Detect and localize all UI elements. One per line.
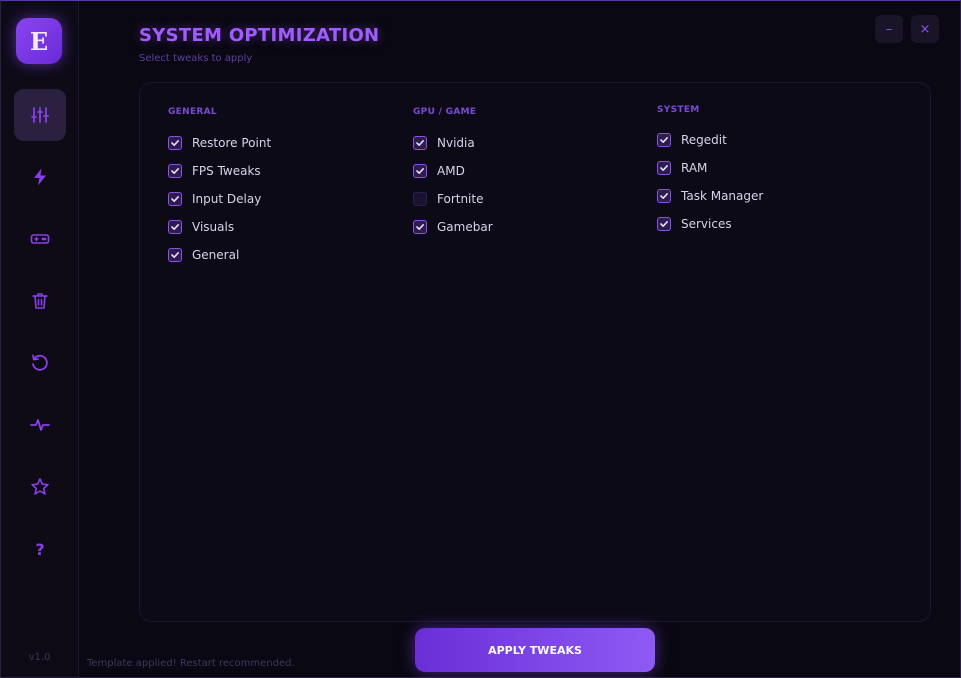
option-label: Gamebar (437, 220, 493, 234)
option-label: Nvidia (437, 136, 475, 150)
option-task-manager[interactable]: Task Manager (657, 187, 763, 205)
gamepad-icon (30, 234, 50, 244)
option-regedit[interactable]: Regedit (657, 131, 727, 149)
option-label: Regedit (681, 133, 727, 147)
option-label: Services (681, 217, 732, 231)
checkbox[interactable] (657, 217, 671, 231)
lightning-icon (34, 168, 46, 186)
check-icon (171, 195, 179, 202)
close-icon: × (919, 21, 931, 37)
apply-tweaks-button[interactable]: APPLY TWEAKS (415, 628, 655, 672)
checkbox[interactable] (657, 133, 671, 147)
option-fortnite[interactable]: Fortnite (413, 190, 483, 208)
checkbox[interactable] (657, 161, 671, 175)
option-label: General (192, 248, 240, 262)
option-nvidia[interactable]: Nvidia (413, 134, 475, 152)
app-logo: E (16, 18, 62, 64)
check-icon (660, 220, 668, 227)
checkbox[interactable] (413, 136, 427, 150)
page-title: SYSTEM OPTIMIZATION (139, 25, 380, 46)
sidebar-item-monitor[interactable] (14, 399, 66, 451)
option-visuals[interactable]: Visuals (168, 218, 234, 236)
check-icon (660, 136, 668, 143)
option-label: RAM (681, 161, 708, 175)
sidebar-item-gaming[interactable] (14, 213, 66, 265)
option-ram[interactable]: RAM (657, 159, 707, 177)
option-gamebar[interactable]: Gamebar (413, 218, 493, 236)
option-label: Restore Point (192, 136, 272, 150)
checkbox[interactable] (168, 192, 182, 206)
option-label: Input Delay (192, 192, 262, 206)
tweaks-panel: GENERAL Restore Point FPS Tweaks Input D… (139, 82, 931, 622)
checkbox[interactable] (168, 164, 182, 178)
apply-button-label: APPLY TWEAKS (488, 643, 582, 657)
trash-icon (32, 293, 48, 309)
checkbox[interactable] (413, 192, 427, 206)
check-icon (416, 223, 424, 230)
option-label: FPS Tweaks (192, 164, 261, 178)
option-label: AMD (437, 164, 465, 178)
checkbox[interactable] (413, 164, 427, 178)
option-restore-point[interactable]: Restore Point (168, 134, 271, 152)
check-icon (416, 167, 424, 174)
sidebar-item-performance[interactable] (14, 151, 66, 203)
checkbox[interactable] (168, 220, 182, 234)
help-icon: ? (35, 539, 45, 559)
restore-icon (32, 354, 48, 371)
option-label: Visuals (192, 220, 235, 234)
logo-glyph: E (29, 26, 49, 56)
version-label: v1.0 (28, 652, 51, 663)
checkbox[interactable] (168, 248, 182, 262)
sidebar-item-cleanup[interactable] (14, 275, 66, 327)
check-icon (171, 167, 179, 174)
close-button[interactable]: × (911, 15, 939, 43)
minimize-button[interactable]: – (875, 15, 903, 43)
sidebar-item-restore[interactable] (14, 337, 66, 389)
checkbox[interactable] (413, 220, 427, 234)
column-header: SYSTEM (657, 105, 700, 115)
sidebar-item-help[interactable]: ? (14, 523, 66, 575)
star-icon (31, 478, 49, 495)
option-input-delay[interactable]: Input Delay (168, 190, 261, 208)
option-general[interactable]: General (168, 246, 239, 264)
check-icon (660, 192, 668, 199)
column-header: GENERAL (168, 107, 217, 117)
checkbox[interactable] (168, 136, 182, 150)
option-label: Task Manager (681, 189, 764, 203)
check-icon (416, 139, 424, 146)
column-header: GPU / GAME (413, 107, 477, 117)
checkbox[interactable] (657, 189, 671, 203)
check-icon (171, 251, 179, 258)
option-amd[interactable]: AMD (413, 162, 465, 180)
sidebar: E ? v1.0 (1, 1, 79, 677)
minimize-icon: – (885, 21, 893, 37)
check-icon (171, 139, 179, 146)
app-window: E ? v1.0 SYSTEM OPTIMIZATION Select twea… (0, 0, 961, 678)
sliders-icon (31, 107, 49, 123)
pulse-icon (30, 419, 50, 431)
option-services[interactable]: Services (657, 215, 732, 233)
sidebar-item-tweaks[interactable] (14, 89, 66, 141)
status-message: Template applied! Restart recommended. (87, 658, 295, 669)
page-subtitle: Select tweaks to apply (139, 53, 253, 64)
option-fps-tweaks[interactable]: FPS Tweaks (168, 162, 261, 180)
option-label: Fortnite (437, 192, 484, 206)
sidebar-item-favorites[interactable] (14, 461, 66, 513)
check-icon (171, 223, 179, 230)
check-icon (660, 164, 668, 171)
